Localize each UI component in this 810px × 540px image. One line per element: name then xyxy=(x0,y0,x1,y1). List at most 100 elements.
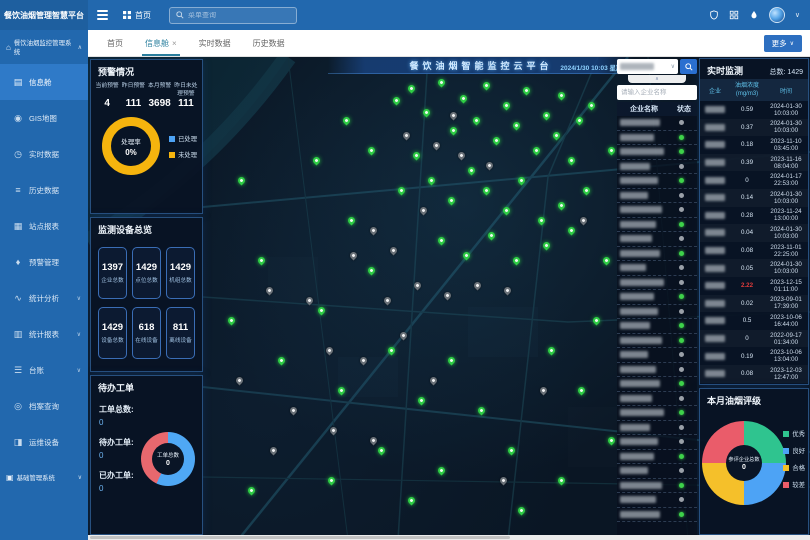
sidebar-item-alarm-mgmt[interactable]: ♦预警管理 xyxy=(0,244,88,280)
map-pin-online[interactable] xyxy=(607,436,617,446)
map-pin-online[interactable] xyxy=(417,396,427,406)
map-pin-online[interactable] xyxy=(257,256,267,266)
map-pin-offline[interactable] xyxy=(429,376,439,386)
map-pin-online[interactable] xyxy=(507,446,517,456)
company-row[interactable] xyxy=(617,174,697,189)
map-pin-offline[interactable] xyxy=(325,346,335,356)
map-pin-online[interactable] xyxy=(482,81,492,91)
horizontal-scrollbar[interactable] xyxy=(88,535,810,540)
map-pin-online[interactable] xyxy=(227,316,237,326)
map-pin-online[interactable] xyxy=(487,231,497,241)
map-pin-offline[interactable] xyxy=(443,291,453,301)
sidebar-item-gis-map[interactable]: ◉GIS地图 xyxy=(0,100,88,136)
map-pin-online[interactable] xyxy=(437,466,447,476)
map-pin-online[interactable] xyxy=(517,506,527,516)
company-row[interactable] xyxy=(617,406,697,421)
tab-realtime-data[interactable]: 实时数据 xyxy=(188,30,242,56)
sidebar-item-stat-report[interactable]: ▥统计报表∨ xyxy=(0,316,88,352)
map-pin-offline[interactable] xyxy=(402,131,412,141)
map-pin-online[interactable] xyxy=(447,356,457,366)
map-pin-online[interactable] xyxy=(347,216,357,226)
company-row[interactable] xyxy=(617,247,697,262)
company-row[interactable] xyxy=(617,493,697,508)
flame-icon[interactable] xyxy=(749,10,759,20)
company-row[interactable] xyxy=(617,160,697,175)
map-pin-offline[interactable] xyxy=(539,386,549,396)
menu-search-input[interactable] xyxy=(188,12,290,19)
map-pin-online[interactable] xyxy=(412,151,422,161)
menu-search[interactable] xyxy=(169,7,297,24)
sidebar-item-realtime-data[interactable]: ◷实时数据 xyxy=(0,136,88,172)
map-pin-online[interactable] xyxy=(567,226,577,236)
map-pin-online[interactable] xyxy=(407,84,417,94)
map-pin-online[interactable] xyxy=(517,176,527,186)
map-pin-offline[interactable] xyxy=(265,286,275,296)
map-pin-online[interactable] xyxy=(447,196,457,206)
company-row[interactable] xyxy=(617,348,697,363)
map-pin-online[interactable] xyxy=(557,91,567,101)
map-pin-offline[interactable] xyxy=(369,226,379,236)
map-pin-online[interactable] xyxy=(592,316,602,326)
company-row[interactable] xyxy=(617,145,697,160)
menu-toggle-icon[interactable] xyxy=(97,10,108,20)
company-search-button[interactable] xyxy=(680,59,697,74)
sidebar-item-history-data[interactable]: ≡历史数据 xyxy=(0,172,88,208)
map-pin-online[interactable] xyxy=(557,476,567,486)
map-pin-offline[interactable] xyxy=(413,281,423,291)
map-pin-online[interactable] xyxy=(392,96,402,106)
map-pin-online[interactable] xyxy=(337,386,347,396)
map-pin-online[interactable] xyxy=(582,186,592,196)
collapse-toggle[interactable]: ∧ xyxy=(628,75,686,83)
map-pin-offline[interactable] xyxy=(579,216,589,226)
map-pin-offline[interactable] xyxy=(269,446,279,456)
company-row[interactable] xyxy=(617,464,697,479)
map-pin-offline[interactable] xyxy=(289,406,299,416)
map-pin-offline[interactable] xyxy=(485,161,495,171)
map-pin-online[interactable] xyxy=(247,486,257,496)
company-row[interactable] xyxy=(617,421,697,436)
map-pin-online[interactable] xyxy=(437,78,447,88)
company-row[interactable] xyxy=(617,131,697,146)
map-pin-offline[interactable] xyxy=(499,476,509,486)
tab-history-data[interactable]: 历史数据 xyxy=(242,30,296,56)
map-pin-online[interactable] xyxy=(512,121,522,131)
map-pin-offline[interactable] xyxy=(305,296,315,306)
map-pin-online[interactable] xyxy=(427,176,437,186)
company-row[interactable] xyxy=(617,392,697,407)
map-pin-online[interactable] xyxy=(397,186,407,196)
map-pin-online[interactable] xyxy=(522,86,532,96)
sidebar-item-ops-devices[interactable]: ◨运维设备 xyxy=(0,424,88,460)
sidebar-item-stat-analysis[interactable]: ∿统计分析∨ xyxy=(0,280,88,316)
sidebar-section-monitor-system[interactable]: ⌂ 餐饮油烟监控管理系统 ∧ xyxy=(0,30,88,64)
company-row[interactable] xyxy=(617,290,697,305)
company-row[interactable] xyxy=(617,363,697,378)
map-pin-online[interactable] xyxy=(602,256,612,266)
tab-home[interactable]: 首页 xyxy=(96,30,134,56)
company-row[interactable] xyxy=(617,116,697,131)
map-pin-offline[interactable] xyxy=(473,281,483,291)
map-pin-online[interactable] xyxy=(492,136,502,146)
map-pin-online[interactable] xyxy=(537,216,547,226)
company-row[interactable] xyxy=(617,305,697,320)
company-row[interactable] xyxy=(617,218,697,233)
map-pin-online[interactable] xyxy=(459,94,469,104)
map-pin-offline[interactable] xyxy=(389,246,399,256)
map-pin-online[interactable] xyxy=(312,156,322,166)
map-pin-offline[interactable] xyxy=(457,151,467,161)
map-pin-online[interactable] xyxy=(575,116,585,126)
map-pin-online[interactable] xyxy=(552,131,562,141)
map-pin-offline[interactable] xyxy=(235,376,245,386)
sidebar-section-base-system[interactable]: ▣ 基础管理系统 ∨ xyxy=(0,460,88,494)
map-pin-offline[interactable] xyxy=(349,251,359,261)
company-name-input[interactable] xyxy=(617,85,697,100)
chevron-down-icon[interactable]: ∨ xyxy=(795,11,800,19)
company-filter-select[interactable]: ∨ xyxy=(617,59,678,74)
tab-info-cabin[interactable]: 信息舱× xyxy=(134,30,188,56)
sidebar-item-site-report[interactable]: ▦站点报表 xyxy=(0,208,88,244)
map-pin-offline[interactable] xyxy=(383,296,393,306)
map-pin-offline[interactable] xyxy=(432,141,442,151)
map-pin-online[interactable] xyxy=(482,186,492,196)
map-pin-online[interactable] xyxy=(467,166,477,176)
map-pin-offline[interactable] xyxy=(329,426,339,436)
map-pin-online[interactable] xyxy=(577,386,587,396)
